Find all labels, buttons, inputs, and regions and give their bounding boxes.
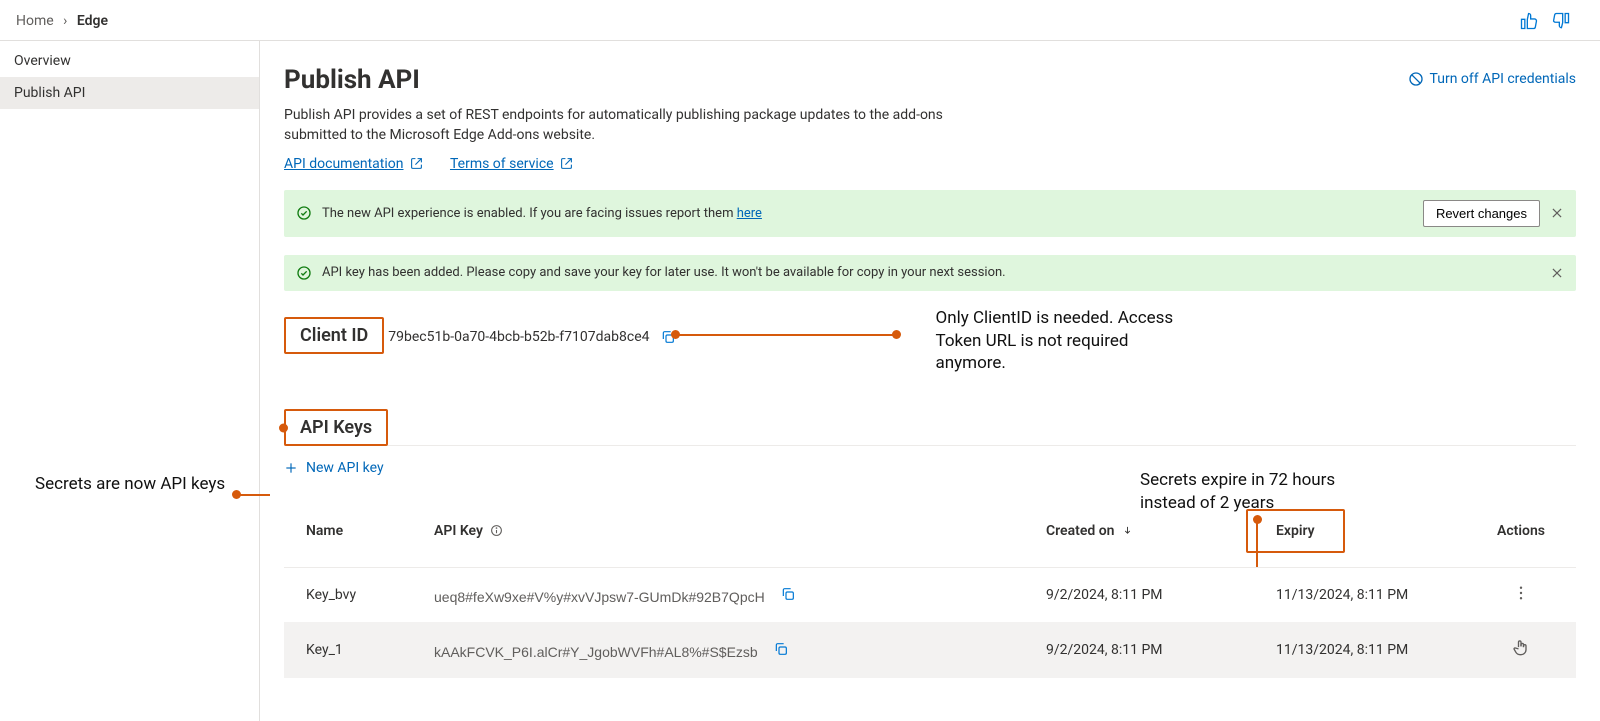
cell-created: 9/2/2024, 8:11 PM: [1036, 622, 1236, 678]
external-link-icon: [560, 157, 573, 170]
banner-text: The new API experience is enabled. If yo…: [322, 206, 762, 221]
col-expiry[interactable]: Expiry: [1236, 495, 1466, 568]
client-id-value: 79bec51b-0a70-4bcb-b52b-f7107dab8ce4: [388, 329, 649, 345]
cell-name: Key_1: [284, 622, 424, 678]
sidebar-item-overview[interactable]: Overview: [0, 45, 259, 77]
banner-text: API key has been added. Please copy and …: [322, 265, 1006, 280]
breadcrumb-home[interactable]: Home: [16, 13, 54, 29]
annotation-clientid: Only ClientID is needed. Access Token UR…: [936, 307, 1176, 376]
close-icon[interactable]: [1550, 266, 1564, 280]
table-row: Key_bvy ueq8#feXw9xe#V%y#xvVJpsw7-GUmDk#…: [284, 568, 1576, 623]
cell-name: Key_bvy: [284, 568, 424, 623]
link-terms-of-service[interactable]: Terms of service: [450, 156, 573, 172]
page-title: Publish API: [284, 65, 1004, 95]
plus-icon: [284, 461, 298, 475]
link-api-docs[interactable]: API documentation: [284, 156, 423, 172]
api-keys-table: Name API Key Created on Expiry Actions: [284, 495, 1576, 678]
copy-icon[interactable]: [773, 641, 789, 657]
turn-off-api-button[interactable]: Turn off API credentials: [1408, 71, 1576, 87]
cursor-pointer-icon: [1511, 638, 1531, 658]
sidebar: Overview Publish API: [0, 41, 260, 721]
revert-changes-button[interactable]: Revert changes: [1423, 200, 1540, 227]
cell-expiry: 11/13/2024, 8:11 PM: [1236, 568, 1466, 623]
api-keys-heading: API Keys: [284, 409, 388, 446]
check-circle-icon: [296, 205, 312, 221]
breadcrumb-current: Edge: [77, 13, 108, 29]
info-icon: [490, 524, 503, 537]
api-keys-section: API Keys: [284, 409, 1576, 446]
thumbs-up-icon[interactable]: [1518, 10, 1540, 32]
thumbs-down-icon[interactable]: [1550, 10, 1572, 32]
main-content: Secrets are now API keys Publish API Pub…: [260, 41, 1600, 721]
sidebar-item-publish-api[interactable]: Publish API: [0, 77, 259, 109]
more-actions-icon[interactable]: [1512, 584, 1530, 602]
external-link-icon: [410, 157, 423, 170]
cell-key: ueq8#feXw9xe#V%y#xvVJpsw7-GUmDk#92B7QpcH: [424, 568, 1036, 623]
col-name[interactable]: Name: [284, 495, 424, 568]
page-description: Publish API provides a set of REST endpo…: [284, 105, 1004, 146]
prohibit-icon: [1408, 71, 1424, 87]
table-row: Key_1 kAAkFCVK_P6I.alCr#Y_JgobWVFh#AL8%#…: [284, 622, 1576, 678]
new-api-key-button[interactable]: New API key: [284, 460, 384, 476]
client-id-heading: Client ID: [284, 317, 384, 354]
banner-api-enabled: The new API experience is enabled. If yo…: [284, 190, 1576, 237]
sort-down-icon: [1122, 525, 1133, 536]
cell-created: 9/2/2024, 8:11 PM: [1036, 568, 1236, 623]
client-id-section: Client ID 79bec51b-0a70-4bcb-b52b-f7107d…: [284, 317, 1576, 376]
copy-icon[interactable]: [780, 586, 796, 602]
breadcrumb: Home › Edge: [16, 13, 108, 29]
close-icon[interactable]: [1550, 206, 1564, 220]
breadcrumb-separator: ›: [63, 13, 67, 29]
banner-report-link[interactable]: here: [737, 206, 762, 221]
annotation-apikeys: Secrets are now API keys: [35, 473, 235, 496]
cell-expiry: 11/13/2024, 8:11 PM: [1236, 622, 1466, 678]
col-actions: Actions: [1466, 495, 1576, 568]
col-apikey[interactable]: API Key: [424, 495, 1036, 568]
check-circle-icon: [296, 265, 312, 281]
cell-key: kAAkFCVK_P6I.alCr#Y_JgobWVFh#AL8%#S$Ezsb: [424, 622, 1036, 678]
banner-key-added: API key has been added. Please copy and …: [284, 255, 1576, 291]
